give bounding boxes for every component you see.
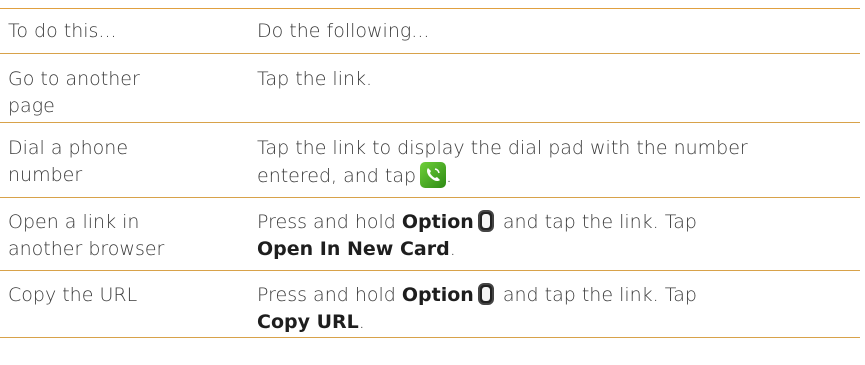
action-text: Open a link in <box>8 211 140 233</box>
bottom-rule <box>0 337 860 338</box>
phone-dial-icon <box>420 162 447 188</box>
option-key-label: Option <box>401 284 474 306</box>
instruction-text: entered, and tap <box>257 165 417 187</box>
instructions-table: To do this... Do the following... Go to … <box>0 8 860 338</box>
instruction-cell: Press and hold Option and tap the link. … <box>257 283 697 333</box>
menu-item-label: Copy URL <box>257 311 359 333</box>
instruction-text: Press and hold <box>257 211 396 233</box>
header-row: To do this... Do the following... <box>0 9 860 53</box>
action-text: number <box>8 164 83 186</box>
action-cell: Open a link in another browser <box>0 209 245 263</box>
header-col1: To do this... <box>8 20 117 42</box>
option-key-icon <box>477 210 494 232</box>
action-text: Dial a phone <box>8 137 129 159</box>
instruction-cell: Press and hold Option and tap the link. … <box>257 210 697 260</box>
instruction-cell: Tap the link to display the dial pad wit… <box>245 135 860 190</box>
action-cell: Dial a phone number <box>0 135 245 189</box>
table-row: Go to another page Tap the link. <box>0 54 860 122</box>
instruction-text: Press and hold <box>257 284 396 306</box>
action-text: Go to another <box>8 68 140 90</box>
table-row: Open a link in another browser Press and… <box>0 198 860 270</box>
option-key-icon <box>477 283 494 305</box>
option-key-label: Option <box>401 211 474 233</box>
header-col2: Do the following... <box>257 20 430 42</box>
action-cell: Go to another page <box>0 66 245 120</box>
action-text: Copy the URL <box>8 284 138 306</box>
table-row: Dial a phone number Tap the link to disp… <box>0 123 860 197</box>
instruction-text: Tap the link to display the dial pad wit… <box>257 137 748 159</box>
action-text: another browser <box>8 238 165 260</box>
instruction-text: and tap the link. Tap <box>502 211 697 233</box>
action-cell: Copy the URL <box>0 282 245 309</box>
instruction-text: and tap the link. Tap <box>502 284 697 306</box>
action-text: page <box>8 95 55 117</box>
menu-item-label: Open In New Card <box>257 238 450 260</box>
table-row: Copy the URL Press and hold Option and t… <box>0 271 860 337</box>
instruction-cell: Tap the link. <box>257 68 373 90</box>
